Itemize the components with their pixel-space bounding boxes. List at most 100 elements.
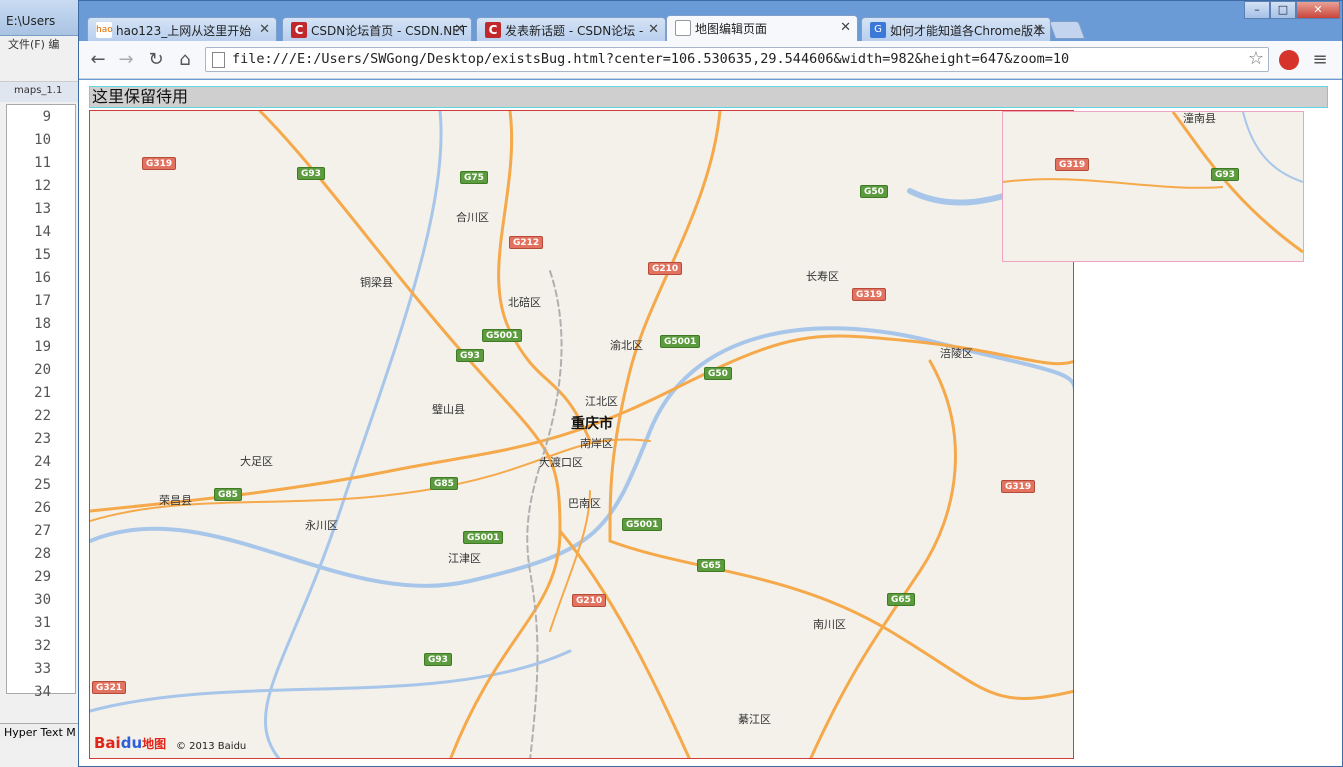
close-icon[interactable]: ✕ bbox=[259, 22, 270, 37]
map-place-label: 永川区 bbox=[305, 519, 338, 532]
tab-label: CSDN论坛首页 - CSDN.NET bbox=[311, 24, 468, 38]
close-icon[interactable]: ✕ bbox=[648, 22, 659, 37]
highway-shield: G85 bbox=[430, 477, 458, 490]
minimize-button[interactable]: – bbox=[1244, 1, 1270, 19]
mini-shield: G319 bbox=[1055, 158, 1090, 171]
line-number: 24 bbox=[34, 454, 51, 470]
highway-shield: G212 bbox=[509, 236, 544, 249]
mini-map-label: 潼南县 bbox=[1183, 112, 1216, 125]
forward-button[interactable]: → bbox=[115, 49, 137, 71]
tab-map-editor[interactable]: 地图编辑页面 ✕ bbox=[666, 15, 858, 42]
highway-shield: G210 bbox=[572, 594, 607, 607]
reload-button[interactable]: ↻ bbox=[145, 49, 167, 71]
map-place-label: 合川区 bbox=[456, 211, 489, 224]
map-place-label: 南岸区 bbox=[580, 437, 613, 450]
map-place-label: 江津区 bbox=[448, 552, 481, 565]
map-place-label: 荣昌县 bbox=[159, 494, 192, 507]
url-text[interactable]: file:///E:/Users/SWGong/Desktop/existsBu… bbox=[232, 51, 1069, 67]
map-city-label: 重庆市 bbox=[571, 416, 613, 432]
line-number: 26 bbox=[34, 500, 51, 516]
highway-shield: G5001 bbox=[622, 518, 663, 531]
tab-csdn-new-topic[interactable]: C 发表新话题 - CSDN论坛 - ✕ bbox=[476, 17, 666, 41]
map-place-label: 大足区 bbox=[240, 455, 273, 468]
highway-shield: G85 bbox=[214, 488, 242, 501]
highway-shield: G5001 bbox=[463, 531, 504, 544]
highway-shield: G93 bbox=[297, 167, 325, 180]
tab-label: 地图编辑页面 bbox=[695, 22, 768, 36]
map-place-label: 綦江区 bbox=[738, 713, 771, 726]
highway-shield: G319 bbox=[142, 157, 177, 170]
address-bar[interactable]: file:///E:/Users/SWGong/Desktop/existsBu… bbox=[205, 47, 1269, 72]
tab-chrome-version[interactable]: G 如何才能知道各Chrome版本 ✕ bbox=[861, 17, 1051, 41]
window-controls: – □ ✕ bbox=[1244, 1, 1340, 19]
tab-strip: hao hao123_上网从这里开始 ✕ C CSDN论坛首页 - CSDN.N… bbox=[79, 1, 1343, 42]
line-number: 29 bbox=[34, 569, 51, 585]
tab-csdn-home[interactable]: C CSDN论坛首页 - CSDN.NET ✕ bbox=[282, 17, 472, 41]
pinterest-extension-icon[interactable] bbox=[1279, 50, 1299, 70]
highway-shield: G93 bbox=[456, 349, 484, 362]
home-button[interactable]: ⌂ bbox=[174, 49, 196, 71]
line-number: 25 bbox=[34, 477, 51, 493]
highway-shield: G321 bbox=[92, 681, 127, 694]
map-place-label: 铜梁县 bbox=[360, 276, 393, 289]
tab-hao123[interactable]: hao hao123_上网从这里开始 ✕ bbox=[87, 17, 277, 41]
baidu-logo: Baidu地图 bbox=[94, 734, 166, 752]
highway-shield: G75 bbox=[460, 171, 488, 184]
highway-shield: G319 bbox=[1001, 480, 1036, 493]
line-number: 34 bbox=[34, 684, 51, 700]
highway-shield: G50 bbox=[704, 367, 732, 380]
highway-shield: G319 bbox=[852, 288, 887, 301]
line-number: 13 bbox=[34, 201, 51, 217]
close-icon[interactable]: ✕ bbox=[454, 22, 465, 37]
line-number: 16 bbox=[34, 270, 51, 286]
line-number: 21 bbox=[34, 385, 51, 401]
line-number: 23 bbox=[34, 431, 51, 447]
mini-map[interactable]: 潼南县 G319 G93 bbox=[1002, 111, 1304, 262]
logo-text: Bai bbox=[94, 734, 121, 752]
highway-shield: G50 bbox=[860, 185, 888, 198]
close-icon[interactable]: ✕ bbox=[1033, 22, 1044, 37]
map-place-label: 长寿区 bbox=[806, 270, 839, 283]
mini-shield: G93 bbox=[1211, 168, 1239, 181]
line-number: 30 bbox=[34, 592, 51, 608]
desktop: E:\Users 文件(F) 编 maps_1.1 9 10 11 12 13 14 15 1… bbox=[0, 0, 1343, 767]
tab-label: 发表新话题 - CSDN论坛 - bbox=[505, 24, 644, 38]
close-icon[interactable]: ✕ bbox=[840, 20, 851, 35]
line-number: 20 bbox=[34, 362, 51, 378]
map-place-label: 大渡口区 bbox=[539, 456, 583, 469]
reserved-header: 这里保留待用 bbox=[89, 86, 1328, 108]
line-number: 18 bbox=[34, 316, 51, 332]
close-window-button[interactable]: ✕ bbox=[1296, 1, 1340, 19]
menu-button[interactable]: ≡ bbox=[1309, 49, 1331, 71]
hao123-icon: hao bbox=[96, 22, 113, 38]
highway-shield: G65 bbox=[697, 559, 725, 572]
browser-toolbar: ← → ↻ ⌂ file:///E:/Users/SWGong/Desktop/… bbox=[79, 41, 1342, 79]
mini-map-roads bbox=[1003, 112, 1303, 254]
line-number: 9 bbox=[42, 109, 51, 125]
page-icon bbox=[212, 52, 225, 68]
line-number: 28 bbox=[34, 546, 51, 562]
bookmark-star-icon[interactable]: ☆ bbox=[1248, 48, 1264, 69]
line-number: 17 bbox=[34, 293, 51, 309]
line-number: 10 bbox=[34, 132, 51, 148]
highway-shield: G210 bbox=[648, 262, 683, 275]
back-button[interactable]: ← bbox=[87, 49, 109, 71]
map-place-label: 涪陵区 bbox=[940, 347, 973, 360]
maximize-button[interactable]: □ bbox=[1270, 1, 1296, 19]
baidu-map[interactable]: 合川区 铜梁县 北碚区 长寿区 渝北区 涪陵区 江北区 璧山县 南岸区 大渡口区 大足区 荣昌县 永川区… bbox=[89, 110, 1074, 759]
logo-suffix: 地图 bbox=[142, 737, 167, 751]
tab-label: hao123_上网从这里开始 bbox=[116, 24, 252, 38]
editor-line-gutter: 9 10 11 12 13 14 15 16 17 18 19 20 21 22 23 24 25 26 27 28 2… bbox=[6, 104, 76, 700]
highway-shield: G5001 bbox=[482, 329, 523, 342]
line-number: 11 bbox=[34, 155, 51, 171]
logo-du: du bbox=[120, 734, 143, 752]
csdn-icon: C bbox=[291, 22, 307, 38]
highway-shield: G5001 bbox=[660, 335, 701, 348]
line-number: 33 bbox=[34, 661, 51, 677]
csdn-icon: C bbox=[485, 22, 501, 38]
line-number: 27 bbox=[34, 523, 51, 539]
new-tab-button[interactable] bbox=[1048, 21, 1086, 39]
google-icon: G bbox=[870, 22, 886, 38]
line-number: 31 bbox=[34, 615, 51, 631]
line-number: 12 bbox=[34, 178, 51, 194]
